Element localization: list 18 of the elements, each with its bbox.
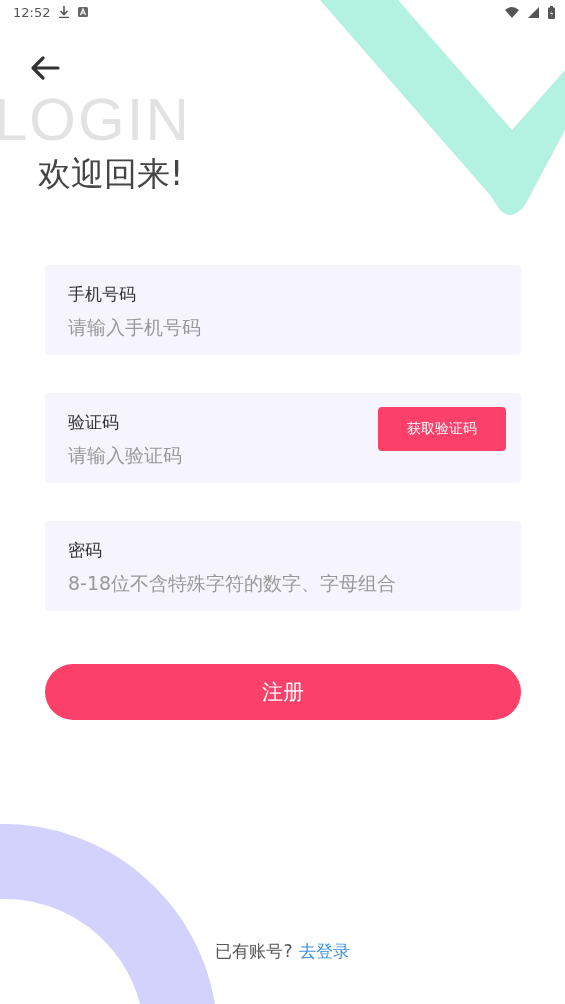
field-label: 密码 bbox=[68, 538, 103, 562]
wifi-icon bbox=[505, 6, 519, 18]
keyboard-icon bbox=[78, 7, 89, 17]
field-label: 手机号码 bbox=[68, 282, 137, 306]
status-time: 12:52 bbox=[13, 4, 51, 20]
battery-icon bbox=[548, 5, 555, 19]
input-field[interactable]: 8-18位不含特殊字符的数字、字母组合 bbox=[68, 571, 506, 594]
footer-text: 已有账号? bbox=[215, 940, 293, 963]
get-code-button[interactable]: 获取验证码 bbox=[378, 407, 506, 451]
register-button[interactable]: 注册 bbox=[45, 664, 521, 720]
login-link[interactable]: 去登录 bbox=[298, 940, 350, 963]
input-field[interactable]: 请输入验证码 bbox=[68, 443, 378, 466]
back-arrow-icon[interactable] bbox=[30, 55, 60, 81]
input-field[interactable]: 请输入手机号码 bbox=[68, 315, 506, 338]
welcome-title: 欢迎回来! bbox=[38, 156, 184, 193]
field-label: 验证码 bbox=[68, 410, 120, 434]
signal-icon bbox=[528, 6, 539, 18]
download-icon bbox=[59, 6, 70, 18]
